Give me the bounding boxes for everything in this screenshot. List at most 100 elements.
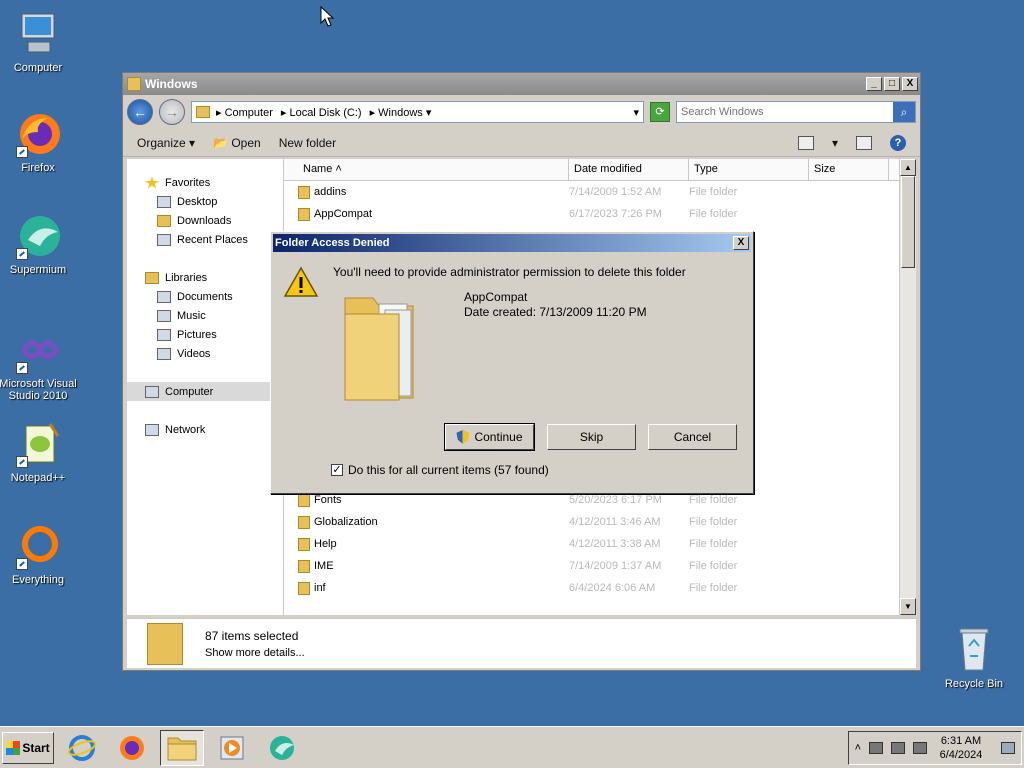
organize-button[interactable]: Organize ▾ bbox=[137, 136, 195, 150]
breadcrumb-item[interactable]: ▸ Windows ▾ bbox=[370, 106, 432, 119]
scroll-thumb[interactable] bbox=[901, 176, 915, 268]
back-button[interactable]: ← bbox=[127, 99, 153, 125]
table-row[interactable]: Help 4/12/2011 3:38 AM File folder bbox=[298, 533, 916, 555]
address-bar[interactable]: ▸ Computer ▸ Local Disk (C:) ▸ Windows ▾… bbox=[191, 101, 644, 123]
desktop-icon-label: Firefox bbox=[21, 162, 55, 174]
table-row[interactable]: addins 7/14/2009 1:52 AM File folder bbox=[298, 181, 916, 203]
nav-videos[interactable]: Videos bbox=[127, 344, 283, 363]
dialog-folder-date: Date created: 7/13/2009 11:20 PM bbox=[464, 305, 647, 319]
column-headers: Name ˄ Date modified Type Size bbox=[284, 159, 916, 181]
folder-icon bbox=[298, 207, 310, 221]
folder-icon bbox=[298, 559, 310, 573]
vertical-scrollbar[interactable]: ▲ ▼ bbox=[899, 159, 916, 615]
desktop-icon-visual-studio[interactable]: Microsoft Visual Studio 2010 bbox=[0, 326, 78, 402]
table-row[interactable]: inf 6/4/2024 6:06 AM File folder bbox=[298, 577, 916, 599]
taskbar-explorer[interactable] bbox=[160, 729, 204, 766]
folder-icon bbox=[127, 77, 141, 91]
nav-documents[interactable]: Documents bbox=[127, 287, 283, 306]
firefox-icon bbox=[120, 735, 144, 760]
table-row[interactable]: Globalization 4/12/2011 3:46 AM File folde… bbox=[298, 511, 916, 533]
views-dropdown-icon[interactable]: ▾ bbox=[832, 136, 838, 150]
scroll-up-button[interactable]: ▲ bbox=[900, 159, 916, 176]
address-dropdown-icon[interactable]: ▾ bbox=[633, 106, 639, 119]
column-header-name[interactable]: Name ˄ bbox=[298, 159, 569, 180]
firefox-icon bbox=[14, 110, 62, 158]
dialog-titlebar[interactable]: Folder Access Denied X bbox=[273, 234, 751, 252]
desktop-icon-everything[interactable]: Everything bbox=[0, 522, 78, 586]
search-input[interactable] bbox=[677, 106, 893, 118]
folder-icon bbox=[147, 622, 183, 665]
taskbar-internet-explorer[interactable] bbox=[60, 730, 104, 766]
maximize-button[interactable]: □ bbox=[884, 77, 900, 91]
close-button[interactable]: X bbox=[902, 77, 918, 91]
volume-muted-icon[interactable] bbox=[913, 741, 927, 754]
refresh-button[interactable]: ⟳ bbox=[650, 102, 670, 122]
pictures-icon bbox=[157, 328, 171, 341]
taskbar-media-player[interactable] bbox=[210, 730, 254, 766]
nav-recent-places[interactable]: Recent Places bbox=[127, 230, 283, 249]
show-desktop-icon[interactable] bbox=[1001, 741, 1015, 754]
desktop-icon-recycle-bin[interactable]: Recycle Bin bbox=[934, 626, 1014, 690]
show-hidden-icons-icon[interactable]: ˄ bbox=[855, 742, 861, 754]
folder-icon bbox=[344, 297, 414, 401]
search-icon[interactable]: ⌕ bbox=[893, 102, 915, 122]
column-header-type[interactable]: Type bbox=[689, 159, 809, 180]
nav-computer[interactable]: Computer bbox=[127, 382, 283, 401]
taskbar-supermium[interactable] bbox=[260, 730, 304, 766]
open-button[interactable]: 📂 Open bbox=[213, 136, 261, 150]
nav-music[interactable]: Music bbox=[127, 306, 283, 325]
uac-shield-icon bbox=[456, 430, 470, 444]
network-icon bbox=[145, 423, 159, 436]
breadcrumb-item[interactable]: ▸ Computer bbox=[216, 106, 273, 119]
minimize-button[interactable]: _ bbox=[866, 77, 882, 91]
supermium-icon bbox=[14, 212, 62, 260]
table-row[interactable]: AppCompat 6/17/2023 7:26 PM File folder bbox=[298, 203, 916, 225]
apply-to-all-checkbox[interactable]: ✓ bbox=[331, 464, 343, 476]
preview-pane-icon[interactable] bbox=[856, 135, 872, 150]
desktop-icon-notepadpp[interactable]: Notepad++ bbox=[0, 420, 78, 484]
taskbar-firefox[interactable] bbox=[110, 730, 154, 766]
apply-to-all-checkbox-row[interactable]: ✓ Do this for all current items (57 foun… bbox=[331, 463, 549, 477]
window-title: Windows bbox=[145, 77, 198, 91]
shortcut-arrow-icon bbox=[16, 362, 28, 374]
visual-studio-icon bbox=[14, 326, 62, 374]
nav-desktop[interactable]: Desktop bbox=[127, 192, 283, 211]
search-box: ⌕ bbox=[676, 101, 916, 123]
nav-favorites[interactable]: Favorites bbox=[127, 173, 283, 192]
start-button[interactable]: Start bbox=[2, 731, 54, 764]
nav-downloads[interactable]: Downloads bbox=[127, 211, 283, 230]
mouse-cursor-icon bbox=[320, 6, 334, 27]
new-folder-button[interactable]: New folder bbox=[279, 136, 336, 150]
nav-libraries[interactable]: Libraries bbox=[127, 268, 283, 287]
table-row[interactable]: IME 7/14/2009 1:37 AM File folder bbox=[298, 555, 916, 577]
window-titlebar[interactable]: Windows _ □ X bbox=[123, 73, 920, 95]
dialog-close-button[interactable]: X bbox=[733, 236, 749, 250]
desktop-icon-label: Microsoft Visual Studio 2010 bbox=[0, 378, 77, 402]
column-header-size[interactable]: Size bbox=[809, 159, 889, 180]
action-center-flag-icon[interactable] bbox=[869, 741, 883, 754]
show-more-details-link[interactable]: Show more details... bbox=[205, 647, 305, 659]
folder-icon bbox=[298, 515, 310, 529]
nav-pictures[interactable]: Pictures bbox=[127, 325, 283, 344]
selection-count: 87 items selected bbox=[205, 628, 299, 643]
desktop-icon-computer[interactable]: Computer bbox=[0, 10, 78, 74]
clock[interactable]: 6:31 AM 6/4/2024 bbox=[935, 734, 987, 762]
breadcrumb-item[interactable]: ▸ Local Disk (C:) bbox=[281, 106, 362, 119]
desktop-icon-firefox[interactable]: Firefox bbox=[0, 110, 78, 174]
forward-button[interactable]: → bbox=[159, 99, 185, 125]
windows-logo-icon bbox=[6, 740, 21, 755]
media-player-icon bbox=[220, 736, 244, 759]
scroll-down-button[interactable]: ▼ bbox=[900, 598, 916, 615]
skip-button[interactable]: Skip bbox=[547, 424, 636, 450]
cancel-button[interactable]: Cancel bbox=[648, 424, 737, 450]
views-icon[interactable] bbox=[797, 135, 814, 150]
details-pane: 87 items selected Show more details... bbox=[127, 618, 916, 668]
column-header-date[interactable]: Date modified bbox=[569, 159, 689, 180]
star-icon bbox=[145, 176, 159, 189]
nav-network[interactable]: Network bbox=[127, 420, 283, 439]
desktop-icon-supermium[interactable]: Supermium bbox=[0, 212, 78, 276]
network-icon[interactable] bbox=[891, 741, 905, 754]
continue-button[interactable]: Continue bbox=[444, 423, 535, 451]
help-icon[interactable]: ? bbox=[890, 134, 906, 151]
folder-icon bbox=[298, 537, 310, 551]
